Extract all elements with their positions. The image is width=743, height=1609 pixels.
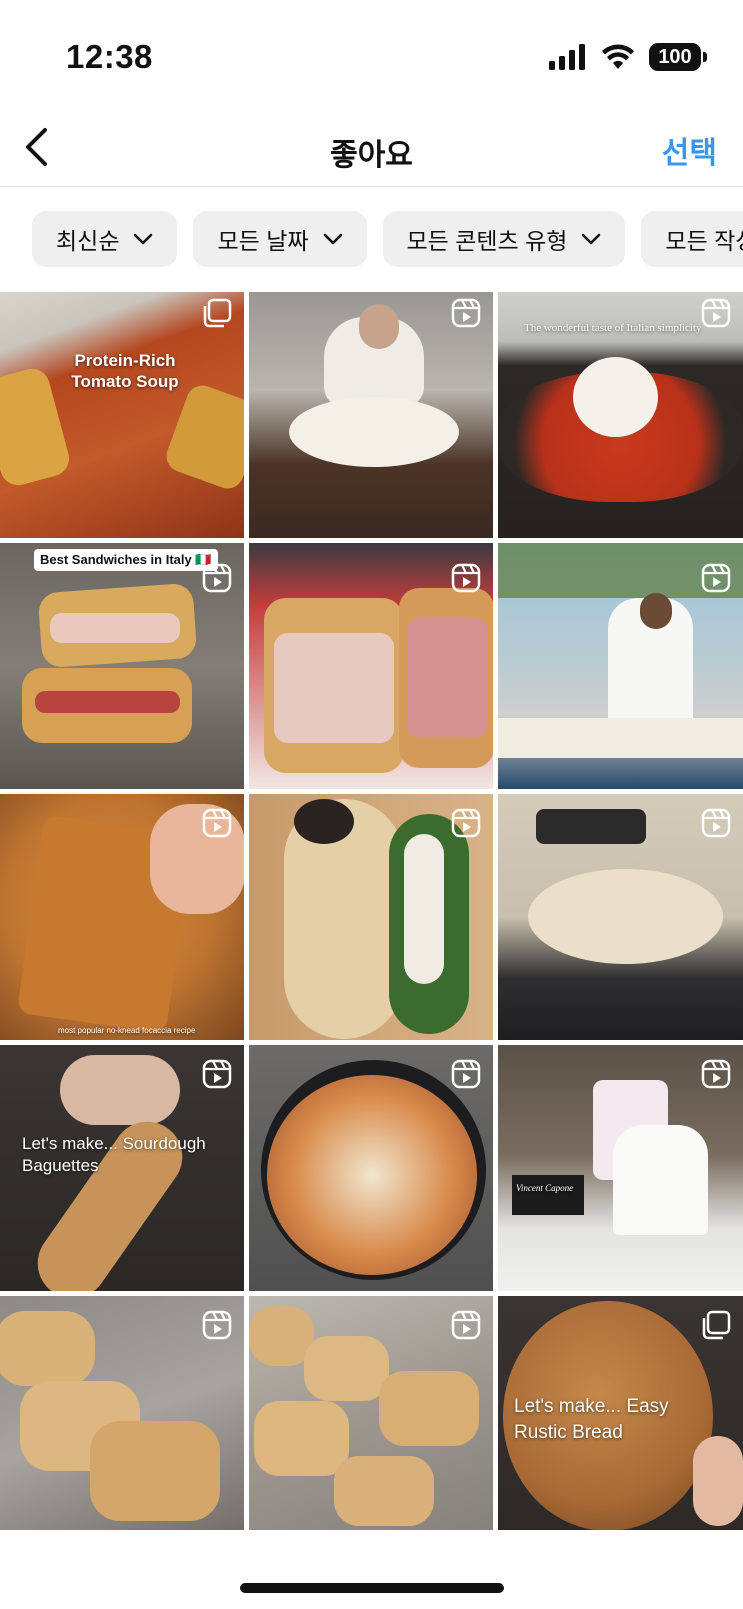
nav-bar: 좋아요 선택 [0,110,743,187]
chevron-down-icon [134,233,153,245]
post-tile[interactable]: most popular no-knead focaccia recipe [0,794,244,1040]
liked-posts-grid: Protein-Rich Tomato Soup The wonderful t… [0,292,743,1530]
post-caption: Vincent Capone [516,1183,574,1193]
reels-icon [701,563,731,593]
post-tile[interactable]: Let's make... Sourdough Baguettes [0,1045,244,1291]
reels-icon [451,298,481,328]
reels-icon [451,563,481,593]
post-tile[interactable] [249,292,493,538]
filter-label: 모든 날짜 [217,228,309,254]
reels-icon [202,563,232,593]
filter-label: 최신순 [56,228,120,254]
wifi-icon [602,44,634,69]
post-tile[interactable]: Vincent Capone [498,1045,743,1291]
post-tile[interactable] [249,1296,493,1530]
post-tile[interactable]: Protein-Rich Tomato Soup [0,292,244,538]
reels-icon [451,1310,481,1340]
status-time: 12:38 [66,38,153,75]
status-icons: 100 [549,42,707,72]
post-caption: Let's make... Easy Rustic Bread [514,1396,669,1443]
filter-sort[interactable]: 최신순 [32,211,178,267]
cellular-signal-icon [549,44,585,70]
post-tile[interactable] [0,1296,244,1530]
chevron-down-icon [582,233,601,245]
post-tile[interactable] [249,794,493,1040]
post-tile[interactable]: Let's make... Easy Rustic Bread [498,1296,743,1530]
status-bar: 12:38 100 [0,0,743,110]
post-tile[interactable] [249,1045,493,1291]
reels-icon [202,1059,232,1089]
chevron-down-icon [323,233,342,245]
post-tile[interactable] [249,543,493,789]
filter-label: 모든 작성 [665,228,743,254]
reels-icon [451,808,481,838]
battery-level: 100 [649,43,701,71]
carousel-icon [203,298,232,328]
filter-label: 모든 콘텐츠 유형 [406,228,568,254]
post-tile[interactable]: Best Sandwiches in Italy 🇮🇹 [0,543,244,789]
reels-icon [202,808,232,838]
carousel-icon [702,1310,731,1340]
battery-icon: 100 [649,43,707,71]
post-tile[interactable] [498,794,743,1040]
filter-author[interactable]: 모든 작성 [641,211,743,267]
filter-content-type[interactable]: 모든 콘텐츠 유형 [382,211,626,267]
reels-icon [701,1059,731,1089]
post-caption: Let's make... Sourdough Baguettes [22,1134,206,1175]
reels-icon [701,298,731,328]
post-caption: Best Sandwiches in Italy 🇮🇹 [34,549,218,571]
home-indicator[interactable] [240,1583,504,1593]
reels-icon [202,1310,232,1340]
select-button[interactable]: 선택 [662,128,717,172]
reels-icon [451,1059,481,1089]
post-caption: most popular no-knead focaccia recipe [58,1026,196,1035]
filter-date[interactable]: 모든 날짜 [193,211,367,267]
post-tile[interactable]: The wonderful taste of Italian simplicit… [498,292,743,538]
reels-icon [701,808,731,838]
post-caption: Protein-Rich Tomato Soup [71,351,179,391]
post-tile[interactable] [498,543,743,789]
filter-bar: 최신순 모든 날짜 모든 콘텐츠 유형 모든 작성 [32,211,743,267]
page-title: 좋아요 [330,139,413,172]
